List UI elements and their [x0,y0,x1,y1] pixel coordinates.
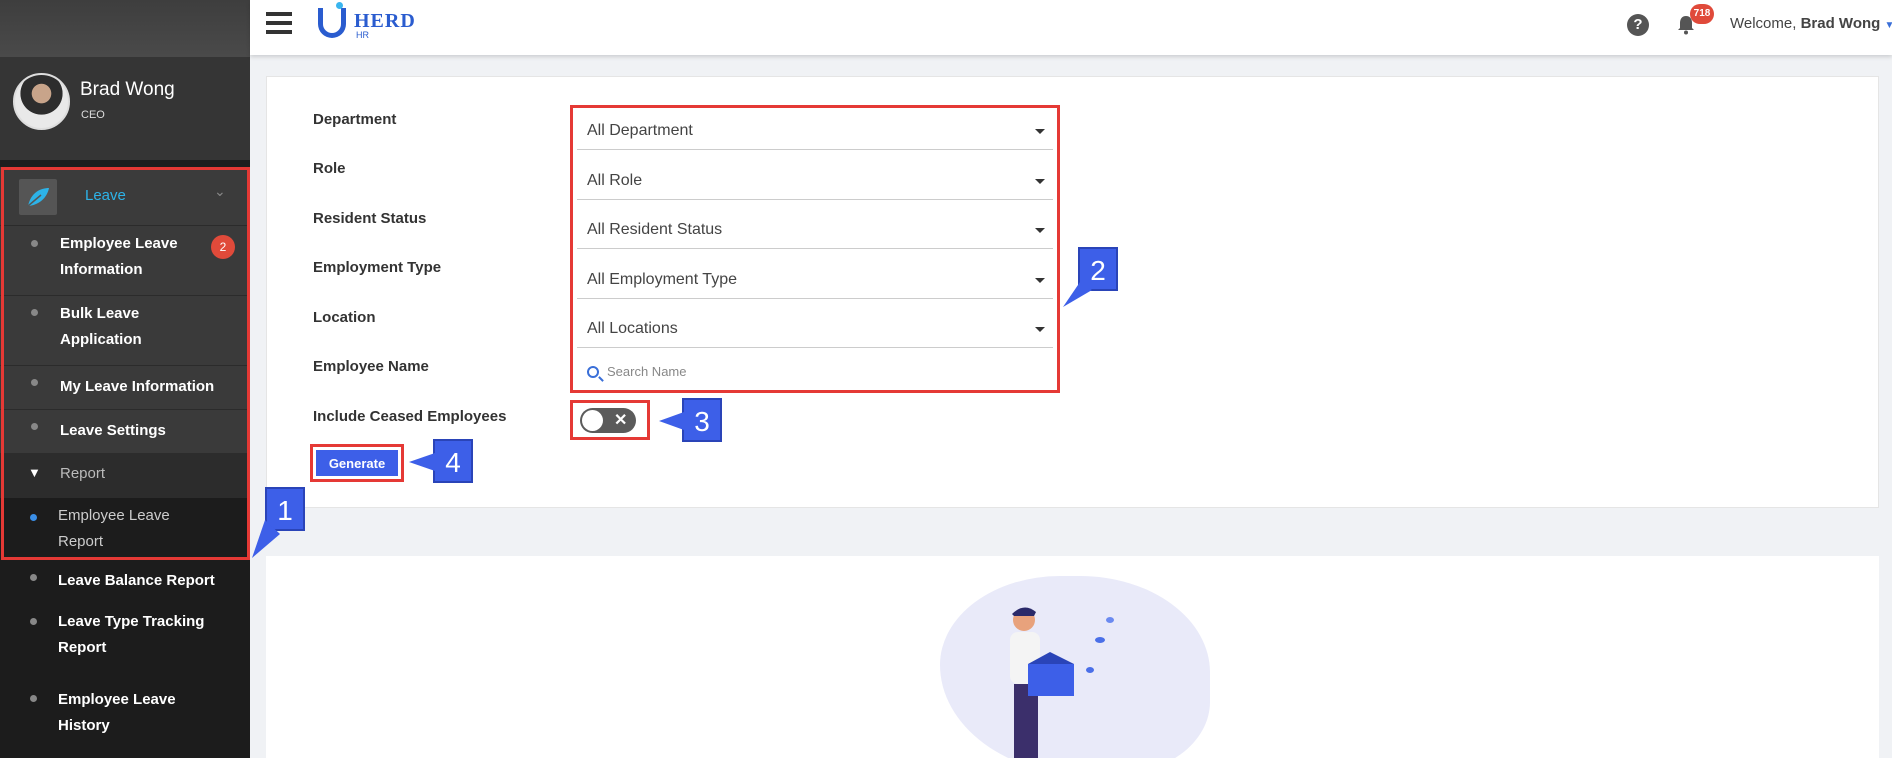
callout-3-arrow [659,412,684,430]
person-with-box-illustration [1010,607,1114,758]
callout-1-arrow [252,520,280,558]
callout-2-arrow [1063,282,1092,307]
callout-4-arrow [409,453,435,471]
